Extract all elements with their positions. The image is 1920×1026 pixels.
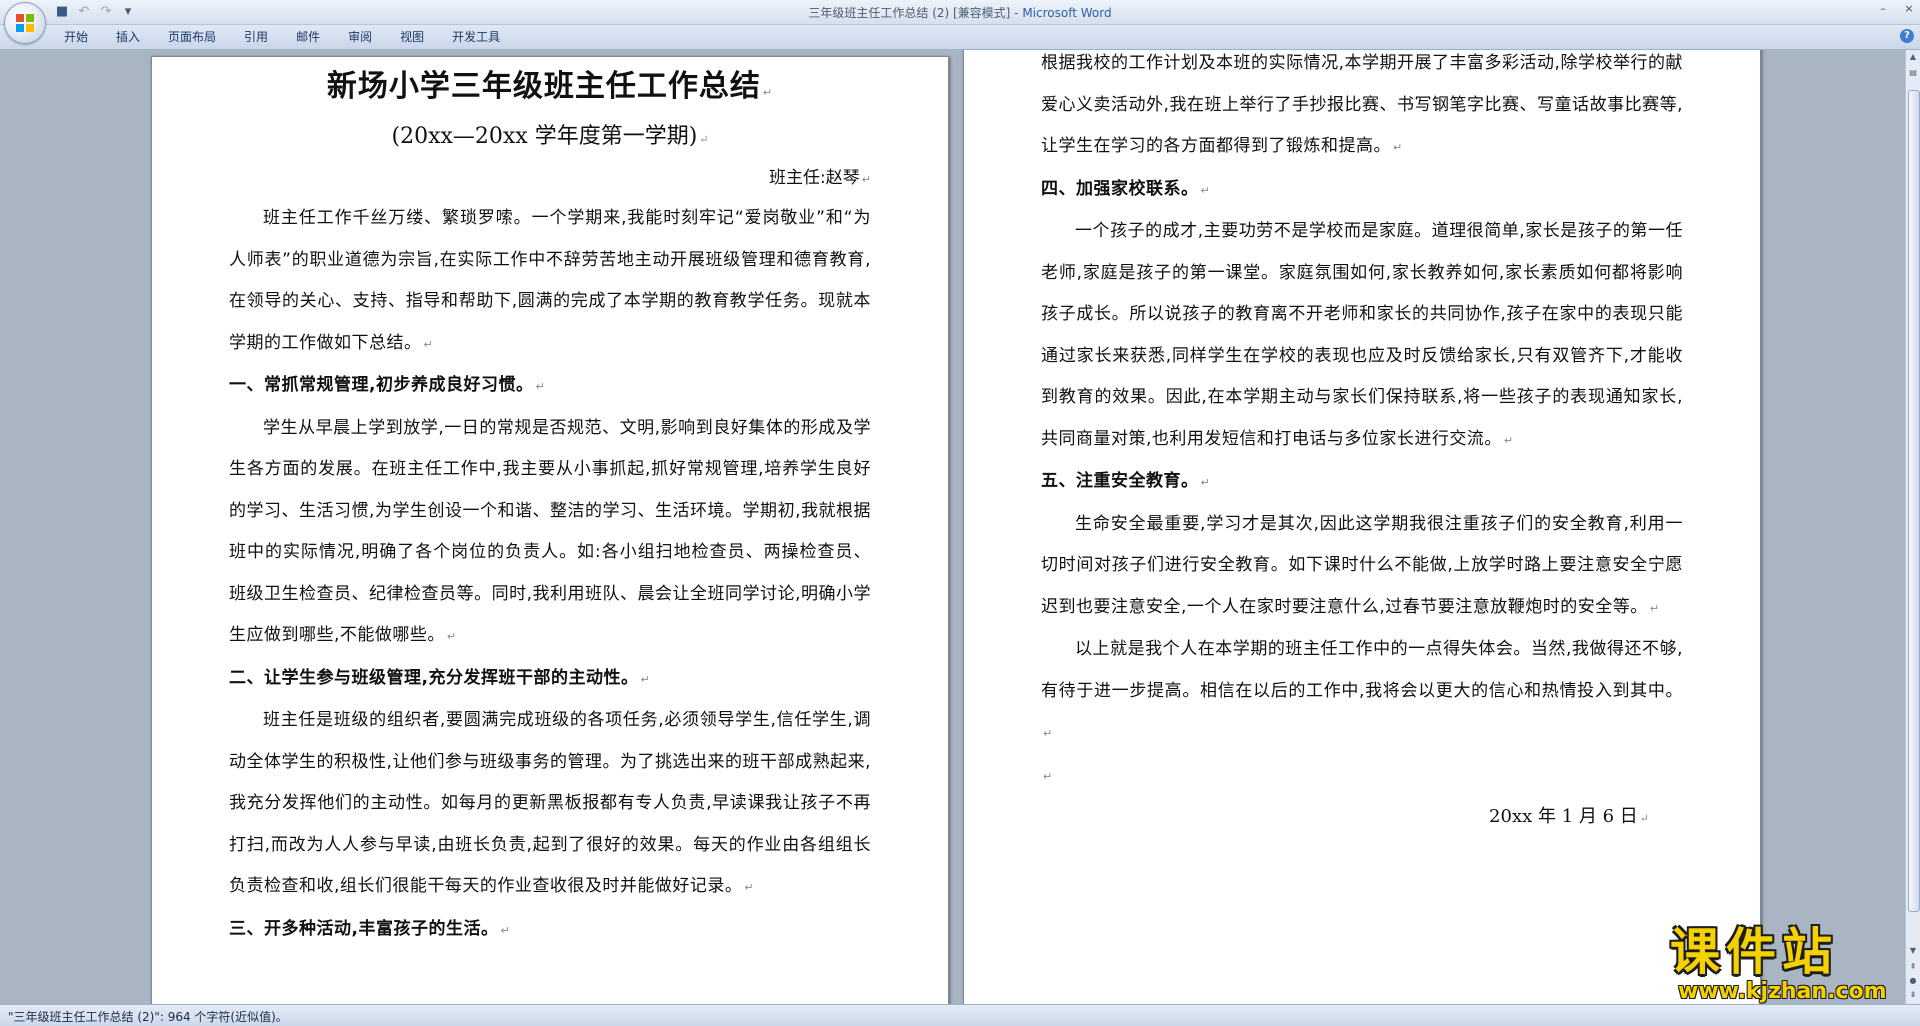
scrollbar-thumb[interactable] (1908, 90, 1920, 912)
tab-page-layout[interactable]: 页面布局 (154, 29, 230, 45)
minimize-button[interactable]: – (1876, 2, 1890, 16)
app-name: Microsoft Word (1022, 6, 1112, 20)
ribbon-tab-bar: 开始 插入 页面布局 引用 邮件 审阅 视图 开发工具 ? (0, 25, 1920, 50)
tab-references[interactable]: 引用 (230, 29, 282, 45)
next-page-icon[interactable]: ⇟ (1907, 988, 1919, 1002)
office-logo-icon (16, 14, 34, 32)
document-name: 三年级班主任工作总结 (2) [兼容模式] - (808, 6, 1023, 20)
empty-paragraph: ↵ (1043, 769, 1053, 783)
tab-developer[interactable]: 开发工具 (438, 29, 514, 45)
status-bar: "三年级班主任工作总结 (2)": 964 个字符(近似值)。 (0, 1004, 1920, 1026)
window-title: 三年级班主任工作总结 (2) [兼容模式] - Microsoft Word (0, 4, 1920, 21)
tab-view[interactable]: 视图 (386, 29, 438, 45)
section-heading-2: 二、让学生参与班级管理,充分发挥班干部的主动性。 ↵ (229, 667, 651, 688)
close-button[interactable]: × (1902, 2, 1916, 16)
document-workspace[interactable]: 新场小学三年级班主任工作总结 ↵ (20xx—20xx 学年度第一学期) ↵ 班主任… (0, 50, 1906, 1004)
document-page-1[interactable]: 新场小学三年级班主任工作总结 ↵ (20xx—20xx 学年度第一学期) ↵ 班主任… (151, 56, 949, 1004)
document-author: 班主任:赵琴 ↵ (769, 168, 871, 188)
section-paragraph-5: 生命安全最重要,学习才是其次,因此这学期我很注重孩子们的安全教育,利用一切时间对… (1041, 513, 1683, 617)
office-button[interactable] (4, 2, 46, 44)
site-watermark-logo: 课件站 www.kjzhan.com (1670, 924, 1906, 1004)
tab-home[interactable]: 开始 (50, 29, 102, 45)
window-controls: – × (1876, 2, 1916, 16)
intro-paragraph: 班主任工作千丝万缕、繁琐罗嗦。一个学期来,我能时刻牢记“爱岗敬业”和“为人师表”… (229, 208, 871, 353)
section-heading-4: 四、加强家校联系。 ↵ (1041, 178, 1211, 199)
section-paragraph-1: 学生从早晨上学到放学,一日的常规是否规范、文明,影响到良好集体的形成及学生各方面… (229, 417, 871, 646)
site-logo-text: 课件站 (1670, 923, 1838, 981)
tab-mailings[interactable]: 邮件 (282, 29, 334, 45)
tab-insert[interactable]: 插入 (102, 29, 154, 45)
tab-review[interactable]: 审阅 (334, 29, 386, 45)
section-paragraph-2: 班主任是班级的组织者,要圆满完成班级的各项任务,必须领导学生,信任学生,调动全体… (229, 710, 871, 896)
section-heading-3: 三、开多种活动,丰富孩子的生活。 ↵ (229, 918, 511, 939)
closing-paragraph: 以上就是我个人在本学期的班主任工作中的一点得失体会。当然,我做得还不够,有待于进… (1041, 639, 1683, 740)
document-date: 20xx 年 1 月 6 日 ↵ (1489, 806, 1649, 827)
document-page-2[interactable]: 根据我校的工作计划及本班的实际情况,本学期开展了丰富多彩活动,除学校举行的献爱心… (963, 50, 1761, 1004)
scroll-down-icon[interactable]: ▼ (1907, 944, 1919, 958)
status-word-count[interactable]: "三年级班主任工作总结 (2)": 964 个字符(近似值)。 (8, 1008, 288, 1025)
section-heading-1: 一、常抓常规管理,初步养成良好习惯。 ↵ (229, 375, 546, 395)
scroll-up-icon[interactable]: ▲ (1907, 50, 1919, 64)
title-bar: ■ ↶ ↷ ▾ 三年级班主任工作总结 (2) [兼容模式] - Microsof… (0, 0, 1920, 44)
ruler-toggle-icon[interactable]: ▤ (1907, 66, 1919, 80)
section-heading-5: 五、注重安全教育。 ↵ (1041, 471, 1211, 491)
help-icon[interactable]: ? (1900, 29, 1914, 43)
previous-page-icon[interactable]: ⇞ (1907, 960, 1919, 974)
section-paragraph-4: 一个孩子的成才,主要功劳不是学校而是家庭。道理很简单,家长是孩子的第一任老师,家… (1041, 221, 1683, 449)
browse-object-icon[interactable]: ● (1907, 974, 1919, 988)
site-logo-url: www.kjzhan.com (1678, 979, 1887, 1004)
section-paragraph-3: 根据我校的工作计划及本班的实际情况,本学期开展了丰富多彩活动,除学校举行的献爱心… (1041, 53, 1683, 156)
document-title: 新场小学三年级班主任工作总结 ↵ (326, 69, 774, 104)
document-subtitle: (20xx—20xx 学年度第一学期) ↵ (391, 124, 709, 149)
vertical-scrollbar[interactable]: ▲ ▤ ▼ ⇞ ● ⇟ (1905, 50, 1920, 1004)
